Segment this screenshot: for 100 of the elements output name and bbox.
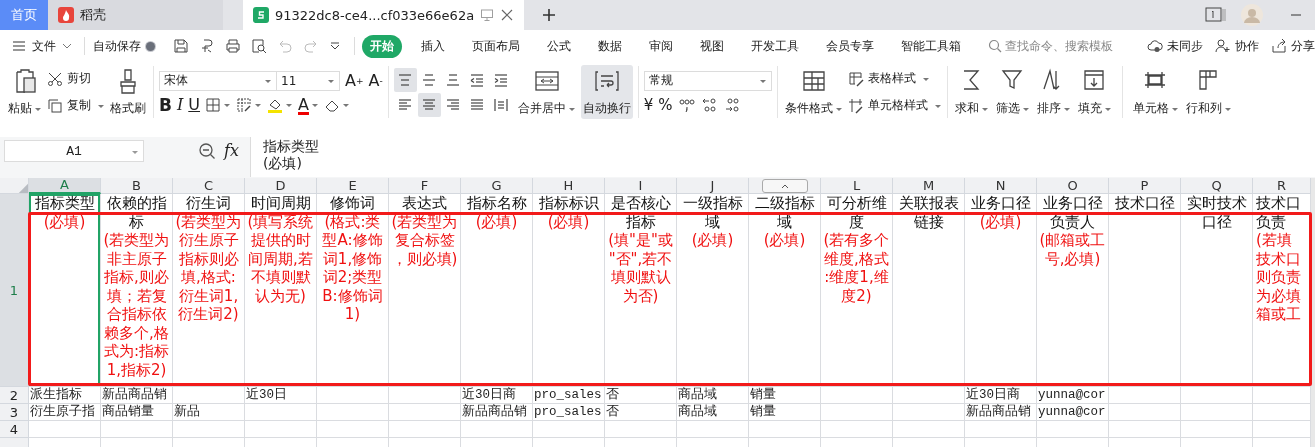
close-icon[interactable] (500, 8, 515, 22)
column-header[interactable]: G (461, 178, 533, 194)
formula-field[interactable]: 指标类型 (必填) (250, 137, 1315, 177)
cell-format-button[interactable] (236, 96, 262, 113)
column-header[interactable]: R (1253, 178, 1311, 194)
zoom-icon[interactable] (198, 142, 216, 160)
ribbon-tab[interactable]: 智能工具箱 (893, 34, 969, 58)
dropdown-icon[interactable] (328, 40, 341, 52)
font-size-select[interactable]: 11 (276, 70, 340, 91)
required-note: (必填) (979, 212, 1022, 231)
monitor-icon[interactable] (480, 8, 495, 22)
column-header[interactable]: I (605, 178, 677, 194)
align-center-button[interactable] (417, 92, 441, 117)
column-header[interactable]: F (389, 178, 461, 194)
collapse-button[interactable] (761, 178, 808, 193)
column-header[interactable]: N (965, 178, 1037, 194)
table-cell (965, 421, 1037, 438)
text-style-button[interactable]: B (159, 95, 172, 114)
ribbon-tab[interactable]: 插入 (413, 34, 453, 58)
filter-button[interactable]: 筛选 (993, 65, 1032, 119)
font-color-button[interactable]: A (298, 95, 319, 114)
table-cell (1181, 404, 1253, 421)
row-header[interactable]: 4 (0, 421, 29, 438)
column-header[interactable]: J (677, 178, 749, 194)
search-field[interactable]: 查找命令、搜索模板 (988, 39, 1135, 53)
table-cell (533, 421, 605, 438)
ribbon-tab[interactable]: 数据 (590, 34, 630, 58)
column-title: 指标类型 (34, 194, 95, 213)
name-box[interactable]: A1 (4, 140, 144, 162)
rowcol-button[interactable]: 行和列 (1183, 65, 1234, 119)
text-style-button[interactable]: I (176, 95, 184, 114)
font-family-select[interactable]: 宋体 (159, 70, 277, 91)
number-format-button[interactable]: % (658, 95, 673, 114)
table-pencil-icon (847, 70, 864, 87)
table-style-button[interactable]: 表格样式 (847, 70, 942, 87)
thousands-separator-icon[interactable] (677, 96, 696, 113)
autosave-toggle[interactable] (144, 40, 156, 52)
column-header[interactable]: O (1037, 178, 1109, 194)
column-header[interactable]: D (245, 178, 317, 194)
column-header[interactable]: P (1109, 178, 1181, 194)
decrease-font-button[interactable]: A$^{-}$ (368, 71, 383, 90)
column-header[interactable]: E (317, 178, 389, 194)
save-icon[interactable] (172, 38, 189, 54)
paste-button[interactable]: 粘贴 (6, 65, 44, 119)
ribbon-tab[interactable]: 开发工具 (743, 34, 807, 58)
print-preview-icon[interactable] (250, 38, 267, 54)
column-header[interactable]: B (101, 178, 173, 194)
function-label[interactable]: fx (224, 141, 246, 160)
print-icon[interactable] (224, 38, 241, 54)
table-cell: 近30日商 (461, 387, 533, 404)
align-top-button[interactable] (393, 67, 417, 92)
toolbar-action[interactable]: 分享 (1271, 37, 1315, 55)
cell-button[interactable]: 单元格 (1130, 65, 1181, 119)
fill-button[interactable]: 填充 (1075, 65, 1114, 119)
alignment-icon (421, 96, 438, 113)
new-tab-icon[interactable] (542, 8, 557, 22)
format-painter-button[interactable]: 格式刷 (108, 65, 148, 119)
wrap-text-button[interactable]: 自动换行 (580, 65, 633, 119)
column-header[interactable]: A (29, 178, 101, 194)
row-header[interactable]: 2 (0, 387, 29, 404)
table-cell: 商品销量 (101, 404, 173, 421)
redo-icon[interactable] (302, 38, 319, 54)
document-tab[interactable]: 稻壳 (48, 0, 223, 30)
window-count-icon[interactable] (1205, 6, 1227, 24)
text-style-button[interactable]: U (188, 95, 200, 114)
file-menu[interactable]: 文件 (8, 34, 76, 58)
ribbon-tab[interactable]: 公式 (539, 34, 579, 58)
ribbon-tab[interactable]: 审阅 (641, 34, 681, 58)
merge-center-button[interactable]: 合并居中 (515, 65, 578, 119)
row-header[interactable]: 3 (0, 404, 29, 421)
column-header[interactable]: H (533, 178, 605, 194)
toolbar-action[interactable]: 未同步 (1147, 37, 1203, 55)
table-cell: 商品域 (677, 387, 749, 404)
decrease-decimal-icon[interactable] (700, 96, 719, 113)
column-header[interactable]: M (893, 178, 965, 194)
menu-icon (12, 39, 26, 53)
column-header[interactable] (749, 178, 821, 194)
document-tab[interactable]: 91322dc8-ce4...cf033e66e62a (243, 0, 525, 30)
ribbon-tab[interactable]: 视图 (692, 34, 732, 58)
sum-button[interactable]: 求和 (952, 65, 991, 119)
copy-button[interactable]: 复制 (47, 97, 105, 114)
ribbon-tab[interactable]: 会员专享 (818, 34, 882, 58)
number-format-button[interactable]: ¥ (643, 95, 654, 114)
conditional-format-button[interactable]: 条件格式 (782, 65, 845, 119)
toolbar-action[interactable]: 协作 (1215, 37, 1259, 55)
ribbon-tab[interactable]: 页面布局 (464, 34, 528, 58)
scissors-icon (47, 70, 63, 87)
cut-button[interactable]: 剪切 (47, 70, 105, 87)
sort-button[interactable]: 排序 (1034, 65, 1073, 119)
column-title: 时间周期 (250, 194, 311, 213)
column-header[interactable]: L (821, 178, 893, 194)
column-header[interactable]: Q (1181, 178, 1253, 194)
row-header[interactable]: 1 (0, 194, 29, 387)
increase-font-button[interactable]: A$^{+}$ (345, 71, 364, 90)
borders-button[interactable] (205, 96, 231, 113)
cell-style-button[interactable]: 单元格样式 (847, 97, 942, 114)
number-format-select[interactable]: 常规 (643, 70, 772, 91)
increase-decimal-icon[interactable] (723, 96, 742, 113)
column-title: 修饰词 (330, 194, 375, 213)
column-header[interactable]: C (173, 178, 245, 194)
